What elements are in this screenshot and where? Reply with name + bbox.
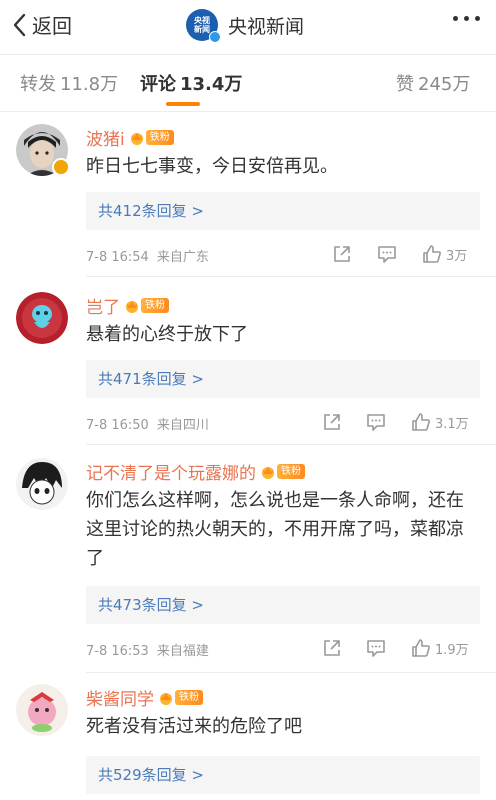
reply-summary-button[interactable]: 共471条回复 > (86, 360, 480, 398)
comment-text: 昨日七七事变，今日安倍再见。 (86, 156, 338, 177)
comment-meta: 7-8 16:50 来自四川 (86, 414, 209, 433)
like-count: 1.9万 (435, 642, 469, 658)
channel-title[interactable]: 央视新闻 央视新闻 (186, 9, 305, 43)
username[interactable]: 波猪i (86, 125, 125, 150)
more-options-icon[interactable] (453, 16, 480, 21)
channel-logo: 央视新闻 (186, 9, 221, 43)
tab-likes-label: 赞 (396, 74, 414, 95)
tab-bar: 转发 11.8万 评论 13.4万 赞 245万 (0, 56, 496, 108)
avatar[interactable] (16, 292, 68, 344)
comment-time: 7-8 16:53 (86, 644, 149, 659)
back-button[interactable]: 返回 (12, 10, 72, 39)
fan-badge: 铁粉 (175, 689, 203, 705)
top-bar: 返回 央视新闻 央视新闻 (0, 0, 496, 50)
active-tab-indicator (166, 102, 200, 106)
share-button[interactable] (332, 244, 352, 264)
fan-badge: 铁粉 (141, 297, 169, 313)
username[interactable]: 记不清了是个玩露娜的 (86, 459, 256, 484)
like-count: 3万 (446, 248, 468, 264)
divider (86, 444, 496, 445)
crown-icon (262, 466, 274, 479)
like-button[interactable]: 3万 (422, 244, 467, 264)
avatar[interactable] (16, 684, 68, 736)
tab-repost-count: 11.8万 (60, 74, 119, 95)
reply-summary-button[interactable]: 共529条回复 > (86, 756, 480, 794)
divider (86, 276, 496, 277)
fan-badge: 铁粉 (145, 129, 174, 145)
comment-location: 来自福建 (156, 644, 209, 659)
chevron-left-icon (13, 13, 26, 36)
share-button[interactable] (322, 412, 342, 432)
tab-likes-count: 245万 (418, 74, 471, 95)
comment-icon (378, 246, 396, 263)
username[interactable]: 岂了 (86, 293, 120, 318)
username[interactable]: 柴酱同学 (86, 685, 154, 710)
comment-icon (367, 414, 385, 431)
divider (0, 54, 496, 55)
crown-icon (160, 692, 172, 705)
comment-location: 来自四川 (156, 418, 209, 433)
share-icon (334, 246, 350, 262)
tab-likes[interactable]: 赞 245万 (396, 70, 470, 96)
share-icon (324, 414, 340, 430)
reply-summary-button[interactable]: 共473条回复 > (86, 586, 480, 624)
share-icon (324, 640, 340, 656)
comment-text: 悬着的心终于放下了 (86, 324, 248, 345)
tab-comments-count: 13.4万 (180, 74, 243, 95)
comment-time: 7-8 16:54 (86, 250, 149, 265)
comment-text: 你们怎么这样啊，怎么说也是一条人命啊，还在这里讨论的热火朝天的，不用开席了吗，菜… (86, 490, 464, 569)
channel-name: 央视新闻 (228, 15, 305, 38)
user-row: 柴酱同学 铁粉 (86, 685, 203, 710)
comment-button[interactable] (366, 638, 386, 658)
share-button[interactable] (322, 638, 342, 658)
tab-comments[interactable]: 评论 13.4万 (140, 70, 242, 96)
comment-icon (367, 640, 385, 657)
comment-time: 7-8 16:50 (86, 418, 149, 433)
divider (0, 111, 496, 112)
user-row: 记不清了是个玩露娜的 铁粉 (86, 459, 305, 484)
comment-button[interactable] (377, 244, 397, 264)
tab-comments-label: 评论 (140, 74, 176, 95)
tab-repost-label: 转发 (20, 74, 56, 95)
like-button[interactable]: 3.1万 (411, 412, 469, 432)
comment-location: 来自广东 (156, 250, 209, 265)
avatar[interactable] (16, 458, 68, 510)
reply-summary-button[interactable]: 共412条回复 > (86, 192, 480, 230)
comment-button[interactable] (366, 412, 386, 432)
divider (86, 672, 496, 673)
user-row: 波猪i 铁粉 (86, 125, 174, 150)
like-button[interactable]: 1.9万 (411, 638, 469, 658)
thumbs-up-icon (423, 245, 441, 263)
thumbs-up-icon (412, 413, 430, 431)
comment-text: 死者没有活过来的危险了吧 (86, 716, 302, 737)
crown-icon (126, 300, 138, 313)
vip-badge-icon (52, 158, 70, 176)
comment-meta: 7-8 16:53 来自福建 (86, 640, 209, 659)
user-row: 岂了 铁粉 (86, 293, 169, 318)
comment-meta: 7-8 16:54 来自广东 (86, 246, 209, 265)
crown-icon (130, 132, 143, 145)
channel-logo-text: 央视新闻 (194, 16, 210, 34)
back-label: 返回 (32, 14, 72, 38)
thumbs-up-icon (412, 639, 430, 657)
tab-repost[interactable]: 转发 11.8万 (20, 70, 118, 96)
like-count: 3.1万 (435, 416, 469, 432)
fan-badge: 铁粉 (277, 463, 305, 479)
verified-icon (209, 31, 221, 43)
